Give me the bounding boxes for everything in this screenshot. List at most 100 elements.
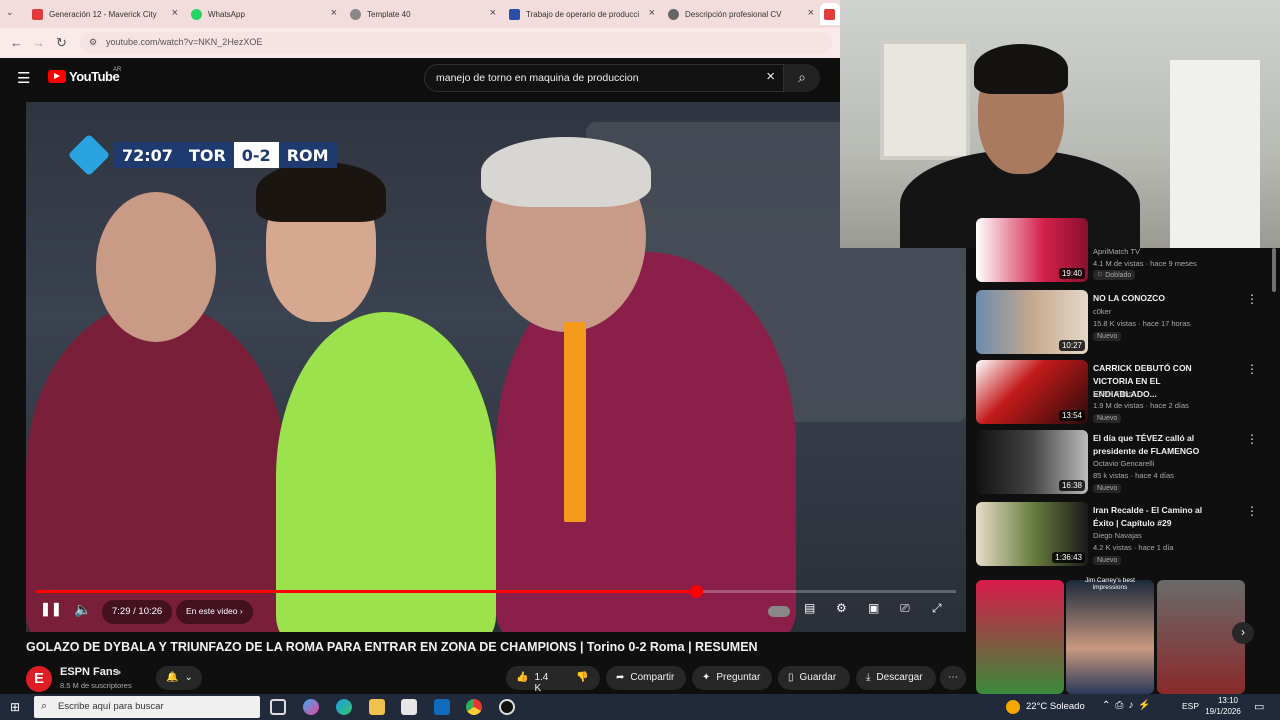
volume-icon[interactable]: 🔈 [74,601,91,618]
video-thumbnail[interactable]: 19:40 [976,218,1088,282]
more-horizontal-icon: ⋯ [948,672,958,683]
file-explorer-icon[interactable] [369,699,385,715]
list-item[interactable]: 16:38 El día que TÉVEZ calló al presiden… [976,430,1266,494]
video-title[interactable]: El día que TÉVEZ calló al presidente de … [1093,432,1223,458]
site-info-icon[interactable]: ⚙ [89,37,97,48]
taskbar-search-placeholder: Escribe aquí para buscar [58,701,164,712]
clear-search-icon[interactable]: × [766,68,775,85]
taskbar-search-input[interactable]: ⌕ Escribe aquí para buscar [34,696,260,718]
scrubber-handle[interactable] [689,585,703,598]
outlook-icon[interactable] [434,699,450,715]
notifications-icon[interactable]: ▭ [1254,700,1264,713]
progress-bar[interactable] [36,585,956,598]
video-channel[interactable]: Diego Navajas [1093,530,1142,542]
close-tab-icon[interactable]: × [172,7,178,19]
reload-icon[interactable]: ↻ [56,35,67,51]
thumbs-up-icon: 👍 [516,672,529,683]
like-button[interactable]: 👍 1.4 K [506,666,566,694]
download-button[interactable]: ⤓ Descargar [856,666,936,690]
more-vertical-icon[interactable]: ⋮ [1246,292,1258,306]
input-language[interactable]: ESP [1182,701,1199,711]
subscriber-count: 8.5 M de suscriptores [60,681,132,690]
address-bar[interactable]: ⚙ youtube.com/watch?v=NKN_2HezXOE [80,32,832,54]
ask-label: Preguntar [716,672,761,683]
tab-3-label: Trabajo de operario de producci [526,9,640,19]
more-vertical-icon[interactable]: ⋮ [1246,504,1258,518]
search-input[interactable]: manejo de torno en maquina de produccion… [424,64,784,92]
share-button[interactable]: ➦ Compartir [606,666,686,690]
shorts-shelf: Jim Carrey's best impressions › [976,577,1254,694]
clock-time[interactable]: 13:10 [1213,696,1243,705]
pause-icon[interactable]: ❚❚ [40,601,62,617]
close-tab-icon[interactable]: × [808,7,814,19]
channel-avatar[interactable]: E [26,666,52,692]
fullscreen-icon[interactable]: ⤢ [932,601,942,616]
tab-2[interactable]: Template 40 × [344,3,500,25]
chapter-button[interactable]: En este video › [176,600,253,624]
edge-icon[interactable] [336,699,352,715]
search-button[interactable]: ⌕ [784,64,820,92]
settings-gear-icon[interactable]: ⚙ [836,601,847,615]
match-score: 0-2 [233,142,279,168]
tab-3[interactable]: Trabajo de operario de producci × [503,3,659,25]
dislike-button[interactable]: 👎 [566,666,600,690]
duration-badge: 13:54 [1058,410,1085,421]
list-item[interactable]: 1:36:43 Iran Recalde - El Camino al Éxit… [976,502,1266,566]
video-thumbnail[interactable]: 10:27 [976,290,1088,354]
list-item[interactable]: 10:27 NO LA CONOZCO c0ker 15.8 K vistas … [976,290,1266,354]
more-vertical-icon[interactable]: ⋮ [1246,432,1258,446]
cast-icon[interactable]: ⎚ [900,601,910,616]
match-clock: 72:07 [114,142,181,168]
back-arrow-icon[interactable]: ← [10,35,23,50]
sidebar-scrollbar[interactable] [1272,248,1276,292]
weather-text[interactable]: 22°C Soleado [1026,701,1085,712]
video-thumbnail[interactable]: 13:54 [976,360,1088,424]
video-title[interactable]: NO LA CONOZCO [1093,292,1223,305]
task-view-icon[interactable] [270,699,286,715]
tab-4[interactable]: Descripción profesional CV × [662,3,818,25]
tab-1[interactable]: WhatsApp × [185,3,341,25]
obs-icon[interactable] [499,699,515,715]
list-item[interactable]: 13:54 CARRICK DEBUTÓ CON VICTORIA EN EL … [976,360,1266,424]
video-channel[interactable]: Octavio Gencarelli [1093,458,1154,470]
short-thumbnail[interactable]: Jim Carrey's best impressions [1066,577,1154,694]
list-item[interactable]: 19:40 AprilMatch TV 4.1 M de vistas · ha… [976,218,1266,282]
duration-badge: 10:27 [1058,340,1085,351]
windows-start-icon[interactable]: ⊞ [10,700,20,714]
next-chevron-icon[interactable]: › [1232,622,1254,644]
system-tray-icons[interactable]: ⌃⎙♪⚡ [1102,700,1156,711]
video-thumbnail[interactable]: 1:36:43 [976,502,1088,566]
store-icon[interactable] [401,699,417,715]
webcam-person-hair [974,44,1068,94]
autoplay-toggle[interactable] [768,606,790,617]
video-channel[interactable]: c0ker [1093,306,1111,318]
tab-0[interactable]: Generación 12 - Maverick City × [26,3,182,25]
tab-active[interactable] [820,3,840,25]
channel-name[interactable]: ESPN Fans [60,666,119,678]
video-player[interactable]: 72:07 TOR 0-2 ROM ❚❚ 🔈 7:29 / 10:26 En e… [26,102,966,632]
clock-date[interactable]: 19/1/2026 [1200,707,1246,716]
chrome-icon[interactable] [466,699,482,715]
video-title[interactable]: Iran Recalde - El Camino al Éxito | Capí… [1093,504,1223,530]
youtube-favicon-icon [32,8,43,20]
subtitles-icon[interactable]: ▤ [804,601,815,615]
tab-list-chevron-icon[interactable]: ⌄ [6,7,14,18]
subscribed-bell-button[interactable]: 🔔 ⌄ [156,666,202,690]
video-channel[interactable]: ESPN Fans [1093,388,1132,400]
save-button[interactable]: ▯ Guardar [778,666,850,690]
close-tab-icon[interactable]: × [649,7,655,19]
miniplayer-icon[interactable]: ▣ [868,601,879,615]
copilot-icon[interactable] [303,699,319,715]
menu-icon[interactable]: ☰ [17,69,30,87]
ask-button[interactable]: ✦ Preguntar [692,666,772,690]
forward-arrow-icon[interactable]: → [32,35,45,50]
more-vertical-icon[interactable]: ⋮ [1246,362,1258,376]
more-actions-button[interactable]: ⋯ [940,666,966,690]
video-thumbnail[interactable]: 16:38 [976,430,1088,494]
close-tab-icon[interactable]: × [490,7,496,19]
close-tab-icon[interactable]: × [331,7,337,19]
short-thumbnail[interactable] [976,580,1064,694]
share-label: Compartir [630,672,675,683]
youtube-play-glyph-icon [54,73,60,79]
weather-sun-icon[interactable] [1006,700,1020,714]
